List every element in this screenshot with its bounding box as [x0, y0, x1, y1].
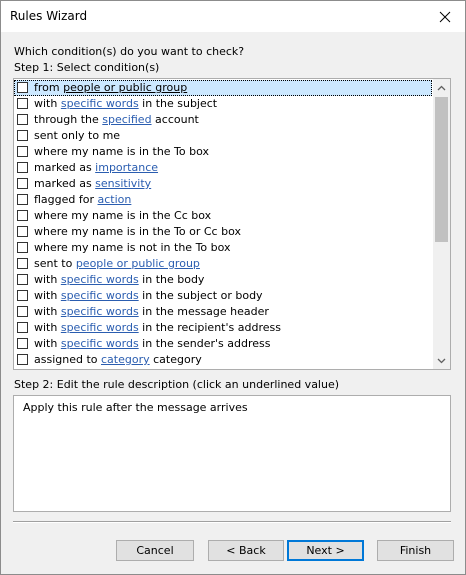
condition-text: with: [34, 337, 61, 350]
condition-text: through the: [34, 113, 103, 126]
condition-text: in the subject: [138, 97, 218, 110]
condition-item[interactable]: with specific words in the subject or bo…: [14, 288, 432, 304]
window-title: Rules Wizard: [10, 9, 88, 23]
condition-value-link[interactable]: specific words: [61, 337, 139, 350]
finish-button[interactable]: Finish: [377, 540, 454, 561]
condition-text: flagged for: [34, 193, 98, 206]
condition-item[interactable]: assigned to category category: [14, 352, 432, 368]
question-text: Which condition(s) do you want to check?: [14, 45, 245, 58]
condition-value-link[interactable]: people or public group: [63, 81, 187, 94]
condition-item[interactable]: from people or public group: [14, 80, 432, 96]
rule-description-box[interactable]: Apply this rule after the message arrive…: [13, 395, 451, 512]
condition-checkbox[interactable]: [17, 82, 28, 93]
conditions-rows: from people or public group with specific…: [14, 80, 432, 368]
title-bar: Rules Wizard: [1, 1, 465, 32]
condition-text: account: [151, 113, 199, 126]
condition-checkbox[interactable]: [17, 242, 28, 253]
condition-value-link[interactable]: specific words: [61, 321, 139, 334]
condition-item[interactable]: with specific words in the recipient's a…: [14, 320, 432, 336]
condition-item[interactable]: marked as sensitivity: [14, 176, 432, 192]
condition-checkbox[interactable]: [17, 146, 28, 157]
condition-checkbox[interactable]: [17, 274, 28, 285]
condition-item[interactable]: where my name is in the Cc box: [14, 208, 432, 224]
condition-text: in the body: [138, 273, 205, 286]
condition-text: where my name is in the To or Cc box: [34, 225, 241, 238]
condition-item[interactable]: flagged for action: [14, 192, 432, 208]
condition-item[interactable]: marked as importance: [14, 160, 432, 176]
condition-text: in the message header: [138, 305, 269, 318]
cancel-button[interactable]: Cancel: [116, 540, 194, 561]
condition-checkbox[interactable]: [17, 114, 28, 125]
scroll-thumb[interactable]: [435, 97, 448, 242]
condition-item[interactable]: with specific words in the body: [14, 272, 432, 288]
condition-value-link[interactable]: action: [98, 193, 132, 206]
close-button[interactable]: [425, 1, 465, 32]
condition-item[interactable]: where my name is not in the To box: [14, 240, 432, 256]
condition-value-link[interactable]: importance: [95, 161, 158, 174]
condition-item[interactable]: through the specified account: [14, 112, 432, 128]
condition-text: where my name is in the To box: [34, 145, 210, 158]
condition-text: in the subject or body: [138, 289, 263, 302]
condition-item[interactable]: sent to people or public group: [14, 256, 432, 272]
condition-checkbox[interactable]: [17, 322, 28, 333]
close-icon: [439, 11, 451, 23]
condition-text: with: [34, 97, 61, 110]
condition-checkbox[interactable]: [17, 338, 28, 349]
conditions-list[interactable]: from people or public group with specific…: [13, 78, 451, 370]
scroll-up-button[interactable]: [433, 79, 450, 96]
condition-item[interactable]: where my name is in the To or Cc box: [14, 224, 432, 240]
condition-checkbox[interactable]: [17, 178, 28, 189]
back-button[interactable]: < Back: [208, 540, 284, 561]
condition-value-link[interactable]: sensitivity: [95, 177, 151, 190]
condition-text: assigned to: [34, 353, 101, 366]
chevron-up-icon: [437, 81, 446, 94]
condition-text: with: [34, 289, 61, 302]
condition-text: with: [34, 305, 61, 318]
condition-checkbox[interactable]: [17, 226, 28, 237]
condition-value-link[interactable]: specific words: [61, 97, 139, 110]
condition-checkbox[interactable]: [17, 258, 28, 269]
condition-text: marked as: [34, 177, 96, 190]
condition-value-link[interactable]: category: [101, 353, 150, 366]
condition-text: with: [34, 273, 61, 286]
condition-text: with: [34, 321, 61, 334]
condition-item[interactable]: where my name is in the To box: [14, 144, 432, 160]
condition-text: in the recipient's address: [138, 321, 281, 334]
condition-value-link[interactable]: specific words: [61, 289, 139, 302]
dialog-body: Which condition(s) do you want to check?…: [1, 32, 465, 574]
condition-checkbox[interactable]: [17, 290, 28, 301]
condition-item[interactable]: with specific words in the message heade…: [14, 304, 432, 320]
condition-text: sent to: [34, 257, 76, 270]
condition-text: sent only to me: [34, 129, 121, 142]
condition-checkbox[interactable]: [17, 306, 28, 317]
condition-item[interactable]: sent only to me: [14, 128, 432, 144]
rule-description-text: Apply this rule after the message arrive…: [23, 401, 248, 414]
condition-value-link[interactable]: specified: [102, 113, 151, 126]
condition-checkbox[interactable]: [17, 194, 28, 205]
condition-checkbox[interactable]: [17, 354, 28, 365]
step2-label: Step 2: Edit the rule description (click…: [14, 378, 340, 391]
condition-checkbox[interactable]: [17, 210, 28, 221]
condition-checkbox[interactable]: [17, 130, 28, 141]
condition-text: in the sender's address: [138, 337, 271, 350]
condition-text: where my name is not in the To box: [34, 241, 231, 254]
condition-text: category: [149, 353, 202, 366]
chevron-down-icon: [437, 354, 446, 367]
condition-value-link[interactable]: specific words: [61, 273, 139, 286]
condition-checkbox[interactable]: [17, 98, 28, 109]
condition-value-link[interactable]: specific words: [61, 305, 139, 318]
condition-text: where my name is in the Cc box: [34, 209, 212, 222]
divider: [13, 521, 451, 523]
next-button[interactable]: Next >: [287, 540, 364, 561]
condition-item[interactable]: with specific words in the subject: [14, 96, 432, 112]
scroll-down-button[interactable]: [433, 352, 450, 369]
condition-text: marked as: [34, 161, 96, 174]
condition-text: from: [34, 81, 64, 94]
condition-item[interactable]: with specific words in the sender's addr…: [14, 336, 432, 352]
condition-value-link[interactable]: people or public group: [76, 257, 200, 270]
condition-checkbox[interactable]: [17, 162, 28, 173]
step1-label: Step 1: Select condition(s): [14, 61, 160, 74]
conditions-scrollbar[interactable]: [433, 79, 450, 369]
rules-wizard-window: Rules Wizard Which condition(s) do you w…: [0, 0, 466, 575]
